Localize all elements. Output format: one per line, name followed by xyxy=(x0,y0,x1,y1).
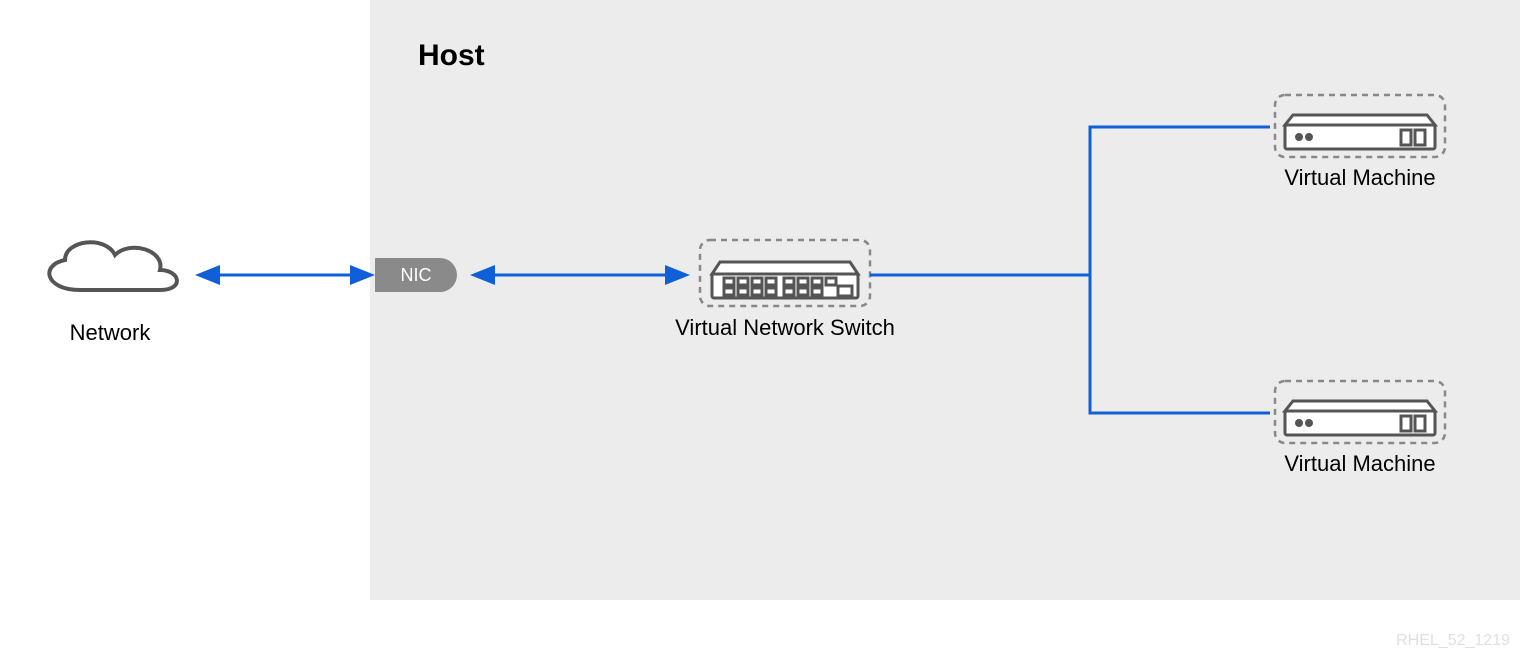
switch-icon xyxy=(712,262,858,298)
vm1-label: Virtual Machine xyxy=(1284,165,1435,190)
host-region xyxy=(370,0,1520,600)
footer-id: RHEL_52_1219 xyxy=(1396,632,1510,649)
vm1-icon xyxy=(1285,115,1435,149)
nic-node: NIC xyxy=(375,258,457,292)
host-label: Host xyxy=(418,39,485,72)
nic-label: NIC xyxy=(401,265,432,285)
switch-label: Virtual Network Switch xyxy=(675,315,895,340)
virtual-network-diagram: Host Network NIC xyxy=(0,0,1520,653)
vm2-icon xyxy=(1285,401,1435,435)
network-cloud-icon xyxy=(49,242,177,290)
vm2-label: Virtual Machine xyxy=(1284,451,1435,476)
arrow-left-1 xyxy=(195,265,220,285)
network-label: Network xyxy=(70,320,152,345)
